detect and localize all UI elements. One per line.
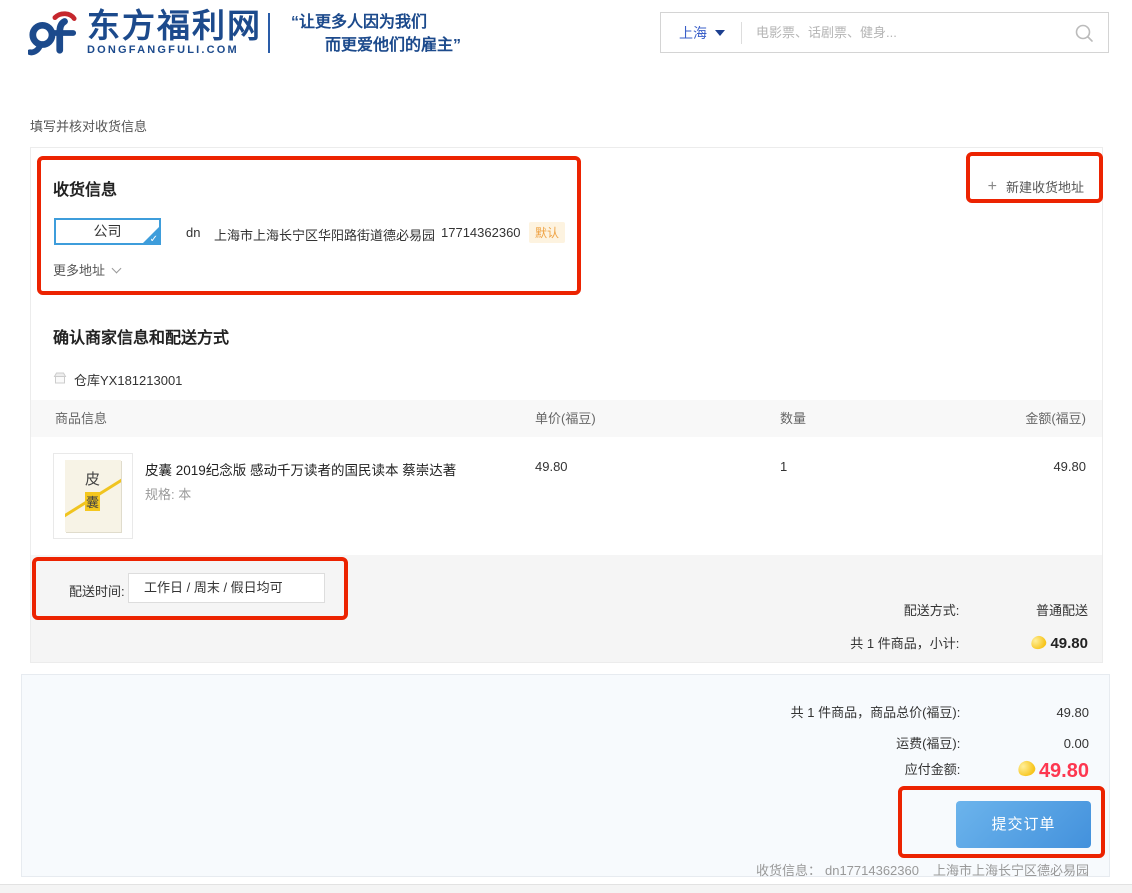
search-icon[interactable] <box>1074 23 1094 43</box>
delivery-method-row: 配送方式: 普通配送 <box>904 600 1088 619</box>
address-type-button[interactable]: 公司 ✓ <box>54 218 161 245</box>
coin-icon <box>1030 634 1048 651</box>
payable-value: 49.80 <box>1039 760 1089 782</box>
check-icon: ✓ <box>150 235 158 245</box>
slogan: “让更多人因为我们 而更爱他们的雇主” <box>291 11 461 57</box>
product-title[interactable]: 皮囊 2019纪念版 感动千万读者的国民读本 蔡崇达著 <box>145 459 575 479</box>
new-address-label: 新建收货地址 <box>1006 177 1084 196</box>
new-address-button[interactable]: + 新建收货地址 <box>988 177 1084 196</box>
city-selector[interactable]: 上海 <box>679 23 725 43</box>
product-table-header: 商品信息 单价(福豆) 数量 金额(福豆) <box>31 400 1102 437</box>
delivery-method-label: 配送方式: <box>904 603 960 618</box>
logo-divider <box>268 13 270 53</box>
site-logo[interactable]: 东方福利网 DONGFANGFULI.COM <box>28 9 262 62</box>
search-input[interactable] <box>756 25 1074 40</box>
product-amount: 49.80 <box>1053 459 1086 474</box>
cover-text: 皮 <box>85 468 100 489</box>
payable-row: 应付金额: 49.80 <box>905 759 1089 783</box>
delivery-time-select[interactable]: 工作日 / 周末 / 假日均可 <box>128 573 325 603</box>
footer-label: 收货信息： <box>756 863 821 878</box>
product-quantity: 1 <box>780 459 787 474</box>
order-card: 收货信息 + 新建收货地址 公司 ✓ dn 上海市上海长宁区华阳路街道德必易园 … <box>30 147 1103 663</box>
shipping-footer: 收货信息： dn17714362360 上海市上海长宁区德必易园 <box>752 860 1089 879</box>
default-badge: 默认 <box>529 222 565 243</box>
more-addresses-link[interactable]: 更多地址 <box>53 260 120 279</box>
submit-order-button[interactable]: 提交订单 <box>956 801 1091 848</box>
col-product-info: 商品信息 <box>55 400 107 437</box>
subtotal-row: 共 1 件商品，小计: 49.80 <box>850 633 1088 652</box>
brand-domain: DONGFANGFULI.COM <box>87 44 262 56</box>
product-unit-price: 49.80 <box>535 459 568 474</box>
chevron-down-icon <box>112 263 122 273</box>
chevron-down-icon <box>715 30 725 36</box>
warehouse-row: 仓库YX181213001 <box>53 370 182 389</box>
logo-mark-icon <box>28 9 78 62</box>
delivery-method-value: 普通配送 <box>963 600 1088 619</box>
freight-row: 运费(福豆): 0.00 <box>896 733 1089 752</box>
col-quantity: 数量 <box>780 400 806 437</box>
page-title: 填写并核对收货信息 <box>30 116 147 135</box>
warehouse-label: 仓库YX181213001 <box>74 370 182 389</box>
plus-icon: + <box>988 180 997 194</box>
checkout-page: 东方福利网 DONGFANGFULI.COM “让更多人因为我们 而更爱他们的雇… <box>0 0 1132 893</box>
coin-icon <box>1016 759 1037 779</box>
total-value: 49.80 <box>964 705 1089 720</box>
freight-label: 运费(福豆): <box>896 736 960 751</box>
delivery-time-label: 配送时间: <box>69 581 125 600</box>
footer-address: 上海市上海长宁区德必易园 <box>933 863 1089 878</box>
page-bottom-strip <box>0 884 1132 893</box>
payable-label: 应付金额: <box>905 762 961 777</box>
total-row: 共 1 件商品，商品总价(福豆): 49.80 <box>791 702 1089 721</box>
search-divider <box>741 22 742 44</box>
cover-text: 囊 <box>85 492 100 511</box>
footer-contact: dn17714362360 <box>825 863 919 878</box>
brand-name: 东方福利网 <box>87 9 262 43</box>
shipping-section-title: 收货信息 <box>53 176 117 200</box>
subtotal-value: 49.80 <box>1050 635 1088 652</box>
address-type-label: 公司 <box>94 223 122 239</box>
more-addresses-label: 更多地址 <box>53 260 105 279</box>
col-amount: 金额(福豆) <box>1025 400 1086 437</box>
product-spec: 规格: 本 <box>145 484 191 503</box>
summary-panel: 共 1 件商品，商品总价(福豆): 49.80 运费(福豆): 0.00 应付金… <box>21 674 1110 877</box>
product-image[interactable]: 皮 囊 <box>53 453 133 539</box>
recipient-name: dn <box>186 225 200 240</box>
freight-value: 0.00 <box>964 736 1089 751</box>
recipient-phone: 17714362360 <box>441 225 521 240</box>
subtotal-label: 共 1 件商品，小计: <box>850 636 959 651</box>
city-label: 上海 <box>679 23 707 43</box>
book-cover: 皮 囊 <box>65 460 121 532</box>
delivery-band: 配送时间: 工作日 / 周末 / 假日均可 配送方式: 普通配送 共 1 件商品… <box>31 555 1102 662</box>
shop-icon <box>53 371 67 388</box>
total-label: 共 1 件商品，商品总价(福豆): <box>791 705 961 720</box>
recipient-address: 上海市上海长宁区华阳路街道德必易园 <box>214 225 435 244</box>
search-bar: 上海 <box>660 12 1109 53</box>
col-unit-price: 单价(福豆) <box>535 400 596 437</box>
merchant-section-title: 确认商家信息和配送方式 <box>53 324 229 348</box>
